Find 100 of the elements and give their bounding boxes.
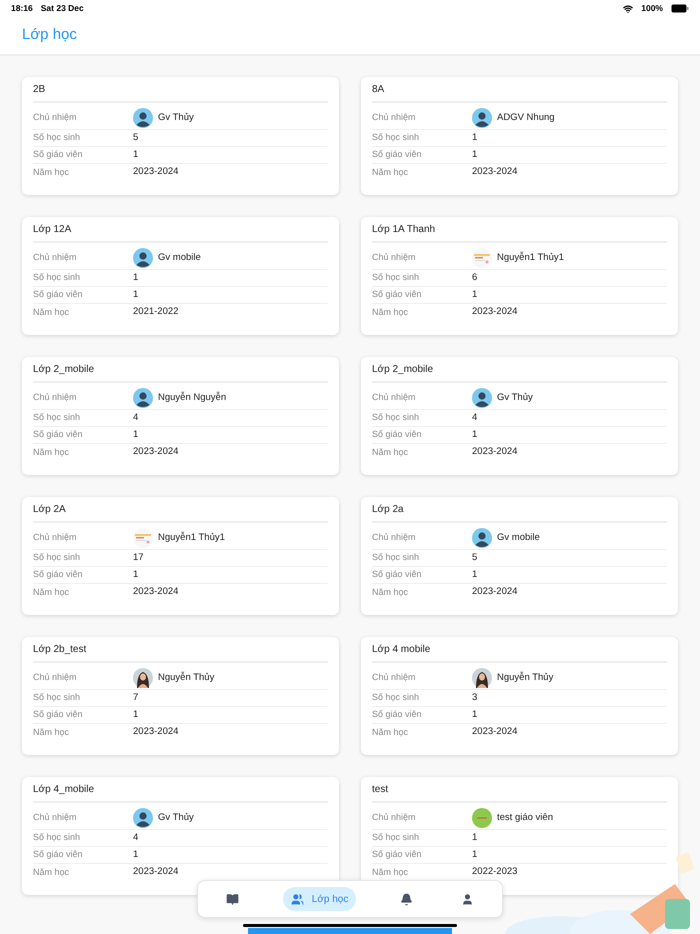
field-label: Số học sinh (33, 411, 82, 424)
field-value: 2023-2024 (133, 165, 178, 180)
class-card[interactable]: Lớp 2A Chủ nhiệm Nguyễn1 Thủy1 Số học sinh 17 Số giáo viên 1 Năm học 2023-2024 (22, 497, 339, 615)
field-value: 1 (133, 568, 138, 582)
status-time: 18:16 (11, 2, 33, 15)
class-card[interactable]: Lớp 4_mobile Chủ nhiệm Gv Thủy Số học sinh 4 Số giáo viên 1 Năm học 2023-2024 (22, 777, 339, 895)
teacher-name: test giáo viên (497, 810, 553, 825)
field-value: 1 (472, 830, 478, 845)
class-card[interactable]: Lớp 1A Thanh Chủ nhiệm Nguyễn1 Thủy1 Số học sinh 6 Số giáo viên 1 Năm học 2023-2024 (361, 217, 678, 335)
class-name: Lớp 1A Thanh (372, 222, 436, 236)
field-label: Số học sinh (372, 411, 420, 424)
field-value: 2023-2024 (472, 585, 518, 600)
field-value: 2022-2023 (472, 865, 518, 880)
field-label: Năm học (372, 306, 410, 319)
bell-icon (400, 892, 414, 906)
field-label: Năm học (33, 166, 70, 179)
field-value: 1 (472, 708, 478, 722)
battery-icon (671, 4, 689, 13)
avatar-icon (472, 108, 492, 128)
class-name: test (372, 782, 388, 796)
teacher-name: Nguyễn1 Thủy1 (497, 250, 564, 265)
field-value: 1 (472, 148, 478, 162)
field-value: 4 (472, 410, 478, 425)
field-value: 2023-2024 (133, 725, 178, 740)
field-label: Năm học (33, 306, 70, 319)
class-name: Lớp 2_mobile (33, 362, 94, 376)
field-value: 1 (133, 428, 138, 442)
field-label: Năm học (372, 586, 410, 599)
field-label: Năm học (372, 446, 410, 459)
field-label: Chủ nhiệm (33, 111, 78, 124)
field-label: Số học sinh (372, 551, 420, 564)
field-label: Số giáo viên (33, 148, 84, 162)
field-label: Số giáo viên (372, 708, 423, 722)
teacher-name: Gv Thủy (158, 110, 194, 125)
field-value: 4 (133, 830, 138, 845)
field-value: 5 (472, 550, 478, 565)
person-icon (461, 892, 474, 906)
page-title: Lớp học (22, 25, 77, 46)
class-name: Lớp 2b_test (33, 642, 86, 656)
avatar-icon (472, 808, 492, 828)
field-label: Số giáo viên (33, 568, 84, 582)
field-value: 2023-2024 (472, 165, 518, 180)
wifi-icon (623, 4, 634, 14)
field-value: 2021-2022 (133, 305, 178, 320)
class-card[interactable]: Lớp 2_mobile Chủ nhiệm Gv Thủy Số học sinh 4 Số giáo viên 1 Năm học 2023-2024 (361, 357, 678, 475)
class-name: Lớp 4_mobile (33, 782, 94, 796)
field-label: Chủ nhiệm (372, 111, 417, 124)
field-value: 3 (472, 690, 478, 705)
avatar-icon (472, 528, 492, 548)
field-label: Năm học (33, 866, 70, 879)
field-label: Năm học (33, 726, 70, 739)
field-label: Số học sinh (372, 691, 420, 704)
class-card[interactable]: Lớp 4 mobile Chủ nhiệm Nguyễn Thủy Số học sinh 3 Số giáo viên 1 Năm học 2023-2024 (361, 637, 678, 755)
field-value: 1 (472, 130, 478, 145)
field-label: Năm học (33, 586, 70, 599)
field-value: 1 (133, 288, 138, 302)
teacher-name: Nguyễn Thủy (497, 670, 554, 685)
field-value: 2023-2024 (133, 865, 178, 880)
avatar-icon (133, 388, 153, 408)
field-label: Năm học (33, 446, 70, 459)
field-label: Số học sinh (33, 831, 82, 844)
field-label: Số học sinh (33, 131, 82, 144)
field-label: Năm học (372, 166, 410, 179)
avatar-icon (472, 388, 492, 408)
class-card[interactable]: 2B Chủ nhiệm Gv Thủy Số học sinh 5 Số giáo viên 1 Năm học 2023-2024 (22, 77, 339, 195)
field-label: Chủ nhiệm (33, 391, 78, 404)
class-card[interactable]: test Chủ nhiệm test giáo viên Số học sinh 1 Số giáo viên 1 Năm học 2022-2023 (361, 777, 678, 895)
field-value: 5 (133, 130, 138, 145)
field-label: Số học sinh (372, 831, 420, 844)
class-card[interactable]: Lớp 2b_test Chủ nhiệm Nguyễn Thủy Số học sinh 7 Số giáo viên 1 Năm học 2023-2024 (22, 637, 339, 755)
teacher-name: Nguyễn1 Thủy1 (158, 530, 225, 545)
field-value: 4 (133, 410, 138, 425)
class-name: Lớp 2a (372, 502, 404, 516)
teacher-name: Nguyễn Thủy (158, 670, 214, 685)
battery-percent: 100% (641, 2, 663, 15)
class-name: Lớp 2_mobile (372, 362, 434, 376)
class-card[interactable]: Lớp 12A Chủ nhiệm Gv mobile Số học sinh 1 Số giáo viên 1 Năm học 2021-2022 (22, 217, 339, 335)
field-label: Chủ nhiệm (372, 811, 417, 824)
field-value: 2023-2024 (133, 585, 178, 600)
field-value: 1 (133, 270, 138, 285)
class-name: Lớp 12A (33, 222, 72, 236)
field-value: 2023-2024 (472, 445, 518, 460)
class-name: 8A (372, 82, 384, 96)
class-name: 2B (33, 82, 46, 96)
field-value: 2023-2024 (472, 305, 518, 320)
class-card[interactable]: Lớp 2_mobile Chủ nhiệm Nguyễn Nguyễn Số học sinh 4 Số giáo viên 1 Năm học 2023-2024 (22, 357, 339, 475)
field-value: 1 (472, 428, 478, 442)
class-card[interactable]: Lớp 2a Chủ nhiệm Gv mobile Số học sinh 5 Số giáo viên 1 Năm học 2023-2024 (361, 497, 678, 615)
field-label: Số giáo viên (372, 568, 423, 582)
field-label: Số học sinh (33, 551, 82, 564)
book-icon (226, 892, 239, 906)
field-label: Số giáo viên (33, 288, 84, 302)
field-value: 2023-2024 (133, 445, 178, 460)
field-label: Số học sinh (372, 131, 420, 144)
field-label: Số học sinh (33, 691, 82, 704)
teacher-name: Gv mobile (158, 250, 201, 265)
field-value: 17 (133, 550, 144, 565)
field-label: Chủ nhiệm (372, 251, 417, 264)
people-icon (290, 892, 304, 906)
class-card[interactable]: 8A Chủ nhiệm ADGV Nhung Số học sinh 1 Số giáo viên 1 Năm học 2023-2024 (361, 77, 678, 195)
